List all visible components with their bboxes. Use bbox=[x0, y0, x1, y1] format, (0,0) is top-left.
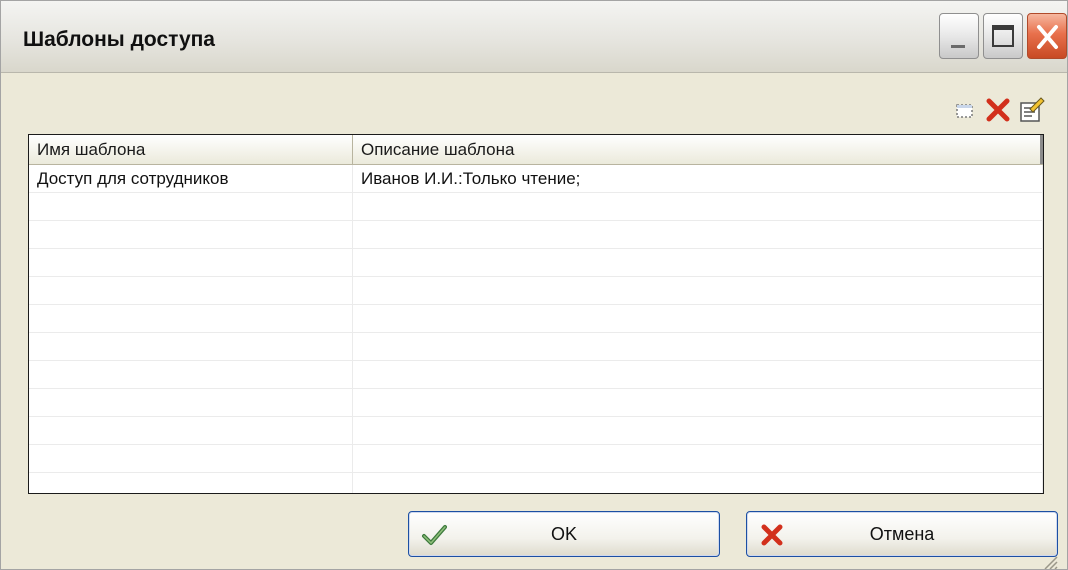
table-row[interactable] bbox=[29, 445, 1043, 473]
cell-template-name bbox=[29, 445, 353, 472]
table-row[interactable] bbox=[29, 193, 1043, 221]
cell-template-description bbox=[353, 445, 1043, 472]
column-header-description[interactable]: Описание шаблона bbox=[353, 135, 1043, 164]
column-header-name[interactable]: Имя шаблона bbox=[29, 135, 353, 164]
cancel-button[interactable]: Отмена bbox=[746, 511, 1058, 557]
table-row[interactable] bbox=[29, 333, 1043, 361]
cell-template-name bbox=[29, 417, 353, 444]
minimize-icon bbox=[951, 45, 965, 48]
cell-template-name bbox=[29, 361, 353, 388]
ok-button[interactable]: OK bbox=[408, 511, 720, 557]
cell-template-name bbox=[29, 249, 353, 276]
maximize-button[interactable] bbox=[983, 13, 1023, 59]
cell-template-name bbox=[29, 473, 353, 493]
resize-grip-icon[interactable] bbox=[1037, 549, 1059, 570]
title-bar[interactable]: Шаблоны доступа bbox=[1, 1, 1067, 73]
cell-template-name bbox=[29, 389, 353, 416]
cell-template-name: Доступ для сотрудников bbox=[29, 165, 353, 192]
cell-template-description bbox=[353, 249, 1043, 276]
templates-table[interactable]: Имя шаблона Описание шаблона Доступ для … bbox=[28, 134, 1044, 494]
close-button[interactable] bbox=[1027, 13, 1067, 59]
table-row[interactable] bbox=[29, 221, 1043, 249]
close-icon bbox=[1037, 25, 1058, 49]
dialog-window: Шаблоны доступа Имя шаблона Описание шаб… bbox=[0, 0, 1068, 570]
cell-template-name bbox=[29, 305, 353, 332]
cell-template-description bbox=[353, 277, 1043, 304]
maximize-icon bbox=[992, 25, 1014, 47]
table-header: Имя шаблона Описание шаблона bbox=[29, 135, 1043, 165]
cell-template-name bbox=[29, 333, 353, 360]
cell-template-description bbox=[353, 193, 1043, 220]
delete-icon[interactable] bbox=[983, 95, 1013, 125]
window-title: Шаблоны доступа bbox=[23, 28, 215, 51]
table-row[interactable]: Доступ для сотрудников Иванов И.И.:Только… bbox=[29, 165, 1043, 193]
cell-template-description bbox=[353, 305, 1043, 332]
cell-template-name bbox=[29, 193, 353, 220]
table-row[interactable] bbox=[29, 417, 1043, 445]
table-row[interactable] bbox=[29, 389, 1043, 417]
properties-icon[interactable] bbox=[1016, 95, 1046, 125]
cell-template-description: Иванов И.И.:Только чтение; bbox=[353, 165, 1043, 192]
cell-template-description bbox=[353, 221, 1043, 248]
table-row[interactable] bbox=[29, 277, 1043, 305]
cell-template-description bbox=[353, 389, 1043, 416]
cell-template-description bbox=[353, 361, 1043, 388]
dialog-body: Имя шаблона Описание шаблона Доступ для … bbox=[11, 75, 1059, 570]
cell-template-name bbox=[29, 221, 353, 248]
cancel-button-label: Отмена bbox=[869, 524, 935, 544]
table-row[interactable] bbox=[29, 249, 1043, 277]
table-row[interactable] bbox=[29, 361, 1043, 389]
table-row[interactable] bbox=[29, 473, 1043, 493]
ok-button-label: OK bbox=[550, 524, 577, 544]
cell-template-name bbox=[29, 277, 353, 304]
table-row[interactable] bbox=[29, 305, 1043, 333]
cell-template-description bbox=[353, 417, 1043, 444]
cell-template-description bbox=[353, 473, 1043, 493]
cell-template-description bbox=[353, 333, 1043, 360]
minimize-button[interactable] bbox=[939, 13, 979, 59]
new-item-icon[interactable] bbox=[949, 95, 979, 125]
